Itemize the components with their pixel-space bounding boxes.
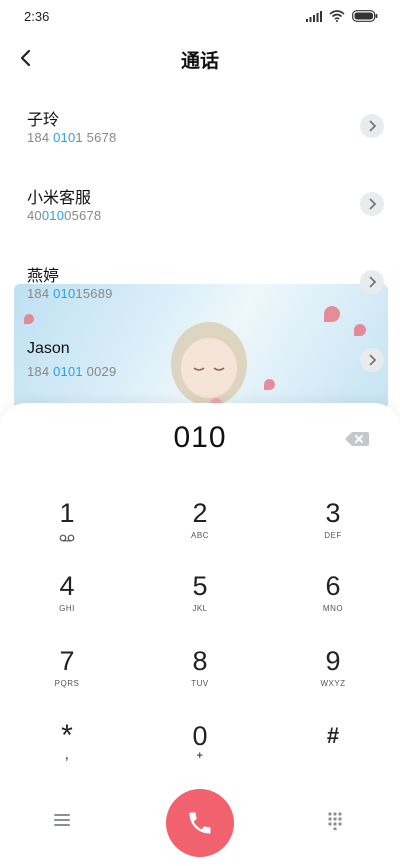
contact-name: Jason bbox=[27, 340, 70, 357]
wifi-icon bbox=[329, 10, 345, 22]
signal-icon bbox=[306, 10, 322, 22]
key-2[interactable]: 2 ABC bbox=[140, 497, 260, 561]
backspace-icon bbox=[345, 432, 369, 446]
page-title: 通话 bbox=[180, 51, 219, 72]
key-3[interactable]: 3 DEF bbox=[273, 497, 393, 561]
chevron-right-icon bbox=[369, 198, 376, 210]
contact-detail-button[interactable] bbox=[360, 270, 384, 294]
keypad-toggle-button[interactable] bbox=[328, 812, 342, 832]
dialed-number: 010 bbox=[173, 421, 227, 454]
contact-detail-button[interactable] bbox=[360, 114, 384, 138]
key-6[interactable]: 6 MNO bbox=[273, 570, 393, 634]
backspace-button[interactable] bbox=[344, 429, 370, 449]
contact-name: 子玲 bbox=[27, 112, 60, 129]
voicemail-icon bbox=[59, 534, 75, 542]
key-5[interactable]: 5 JKL bbox=[140, 570, 260, 634]
contact-number: 184 0101 0029 bbox=[27, 364, 117, 379]
phone-icon bbox=[189, 812, 211, 834]
dialpad-bottom-bar bbox=[0, 783, 400, 863]
key-1[interactable]: 1 bbox=[7, 497, 127, 561]
chevron-right-icon bbox=[369, 276, 376, 288]
contact-name: 燕婷 bbox=[27, 268, 60, 285]
key-0[interactable]: 0 + bbox=[140, 720, 260, 784]
contact-item[interactable]: 燕婷 184 01015689 bbox=[0, 248, 400, 322]
keypad-icon bbox=[328, 812, 342, 831]
key-7[interactable]: 7 PQRS bbox=[7, 645, 127, 709]
menu-button[interactable] bbox=[54, 813, 76, 831]
status-bar: 2:36 bbox=[0, 0, 400, 34]
contact-name: 小米客服 bbox=[27, 190, 92, 207]
contact-item[interactable]: 小米客服 4001005678 bbox=[0, 170, 400, 244]
contact-item[interactable]: 子玲 184 0101 5678 bbox=[0, 92, 400, 166]
header: 通话 bbox=[0, 40, 400, 78]
key-4[interactable]: 4 GHI bbox=[7, 570, 127, 634]
contact-item[interactable]: Jason 184 0101 0029 bbox=[0, 326, 400, 400]
chevron-right-icon bbox=[369, 120, 376, 132]
battery-icon bbox=[352, 10, 378, 22]
key-8[interactable]: 8 TUV bbox=[140, 645, 260, 709]
contact-number: 184 01015689 bbox=[27, 286, 113, 301]
status-icons bbox=[306, 10, 378, 22]
status-time: 2:36 bbox=[24, 9, 50, 24]
chevron-right-icon bbox=[369, 354, 376, 366]
contact-detail-button[interactable] bbox=[360, 192, 384, 216]
contact-number: 4001005678 bbox=[27, 208, 102, 223]
contact-detail-button[interactable] bbox=[360, 348, 384, 372]
key-hash[interactable]: # bbox=[273, 720, 393, 784]
key-9[interactable]: 9 WXYZ bbox=[273, 645, 393, 709]
dialpad-panel: 010 1 2 ABC 3 DEF 4 GHI 5 JKL 6 MNO 7 PQ… bbox=[0, 403, 400, 866]
menu-icon bbox=[54, 814, 70, 826]
key-star[interactable]: * , bbox=[7, 720, 127, 784]
call-button[interactable] bbox=[166, 789, 234, 857]
contact-number: 184 0101 5678 bbox=[27, 130, 117, 145]
